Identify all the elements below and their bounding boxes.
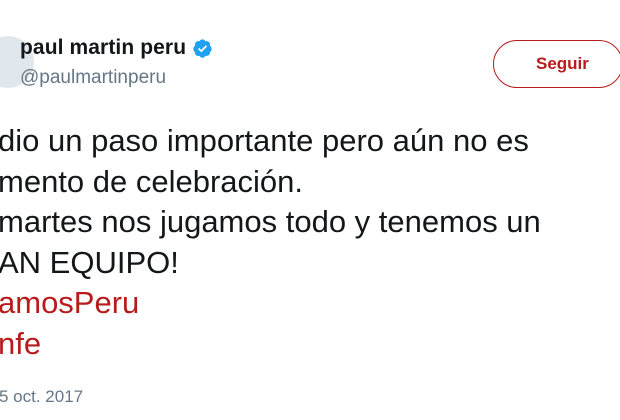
user-name-row: paul martin peru — [20, 36, 213, 60]
user-handle[interactable]: @paulmartinperu — [20, 67, 166, 89]
tweet-line: martes nos jugamos todo y tenemos un — [0, 204, 541, 239]
hashtag-link[interactable]: amosPeru — [0, 283, 541, 324]
tweet-timestamp[interactable]: 5 oct. 2017 — [0, 387, 83, 407]
follow-button[interactable]: Seguir — [493, 40, 620, 88]
tweet-line: dio un paso importante pero aún no es — [0, 123, 529, 158]
tweet-line: AN EQUIPO! — [0, 244, 179, 280]
hashtag-link[interactable]: nfe — [0, 324, 541, 365]
display-name[interactable]: paul martin peru — [20, 36, 186, 60]
follow-button-label: Seguir — [536, 54, 589, 73]
tweet-line: mento de celebración. — [0, 163, 304, 199]
tweet-text: dio un paso importante pero aún no es me… — [0, 121, 541, 364]
verified-badge-icon — [193, 38, 212, 58]
